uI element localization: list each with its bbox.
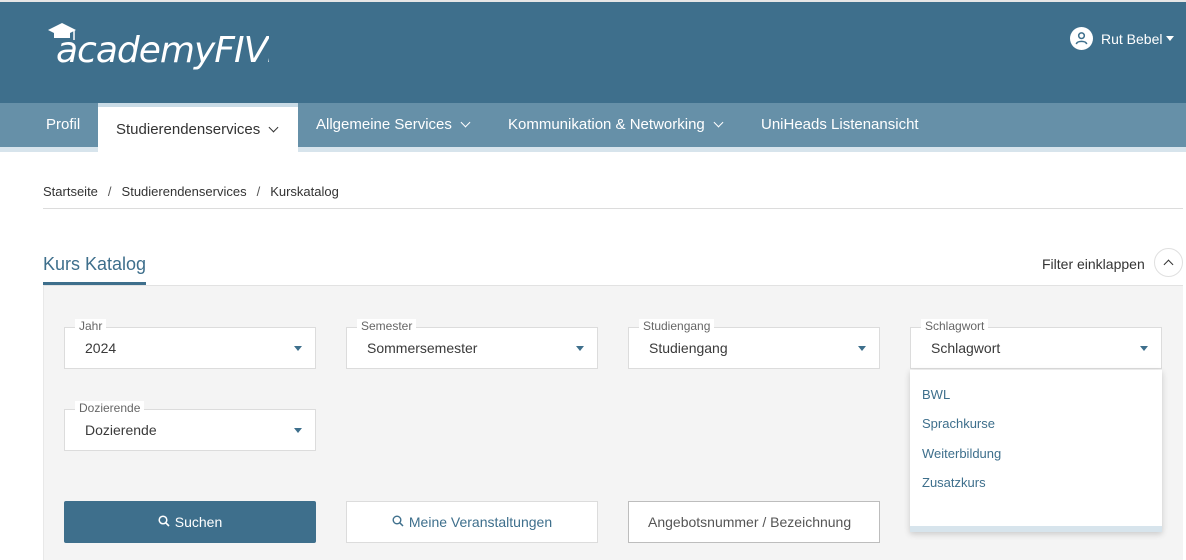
nav-item-allgemeine-services[interactable]: Allgemeine Services xyxy=(316,103,471,147)
offer-search-field[interactable] xyxy=(628,501,880,543)
dozierende-label: Dozierende xyxy=(75,401,145,415)
chevron-up-icon xyxy=(1163,259,1174,270)
breadcrumb: Startseite / Studierendenservices / Kurskata… xyxy=(43,184,339,199)
nav-item-label: Allgemeine Services xyxy=(316,116,452,133)
studiengang-label: Studiengang xyxy=(639,319,715,333)
nav-item-label: UniHeads Listenansicht xyxy=(761,116,919,133)
caret-down-icon xyxy=(1166,36,1175,41)
studiengang-select[interactable]: Studiengang Studiengang xyxy=(628,319,880,369)
nav-item-kommunikation[interactable]: Kommunikation & Networking xyxy=(508,103,724,147)
caret-down-icon xyxy=(576,346,584,351)
dropdown-option-weiterbildung[interactable]: Weiterbildung xyxy=(922,446,1001,461)
schlagwort-dropdown: BWL Sprachkurse Weiterbildung Zusatzkurs xyxy=(910,370,1162,532)
nav-item-label: Studierendenservices xyxy=(116,120,261,138)
search-icon xyxy=(158,514,170,530)
page-title[interactable]: Kurs Katalog xyxy=(43,254,146,275)
nav-item-label: Kommunikation & Networking xyxy=(508,116,705,133)
breadcrumb-home[interactable]: Startseite xyxy=(43,184,98,199)
breadcrumb-separator: / xyxy=(107,184,112,199)
chevron-down-icon xyxy=(268,122,279,132)
dozierende-value: Dozierende xyxy=(85,422,157,438)
my-courses-button-label: Meine Veranstaltungen xyxy=(408,514,553,530)
chevron-down-icon xyxy=(460,117,471,128)
jahr-label: Jahr xyxy=(75,319,107,333)
user-menu[interactable]: Rut Bebel xyxy=(1070,27,1175,50)
breadcrumb-separator: / xyxy=(256,184,261,199)
caret-down-icon xyxy=(294,346,302,351)
nav-item-studierendenservices[interactable]: Studierendenservices xyxy=(98,103,298,152)
nav-item-label: Profil xyxy=(46,116,81,133)
nav-item-uniheads[interactable]: UniHeads Listenansicht xyxy=(761,103,919,147)
user-name: Rut Bebel xyxy=(1101,30,1163,47)
schlagwort-select[interactable]: Schlagwort Schlagwort xyxy=(910,319,1162,369)
jahr-value: 2024 xyxy=(85,340,117,356)
logo[interactable]: academyFIVE xyxy=(44,20,291,85)
nav-item-profil[interactable]: Profil xyxy=(46,103,80,147)
dropdown-option-sprachkurse[interactable]: Sprachkurse xyxy=(922,416,995,431)
app-header: academyFIVE Rut Bebel xyxy=(0,0,1186,103)
filter-collapse-button[interactable] xyxy=(1154,248,1183,277)
svg-text:academyFIVE: academyFIVE xyxy=(56,30,269,71)
caret-down-icon xyxy=(858,346,866,351)
semester-select[interactable]: Semester Sommersemester xyxy=(346,319,598,369)
chevron-down-icon xyxy=(713,117,724,128)
jahr-select[interactable]: Jahr 2024 xyxy=(64,319,316,369)
dozierende-select[interactable]: Dozierende Dozierende xyxy=(64,401,316,451)
studiengang-value: Studiengang xyxy=(649,340,728,356)
semester-label: Semester xyxy=(357,319,417,333)
caret-down-icon xyxy=(294,428,302,433)
dropdown-option-zusatzkurs[interactable]: Zusatzkurs xyxy=(922,475,986,490)
search-button[interactable]: Suchen xyxy=(64,501,316,543)
logo-graphic: academyFIVE xyxy=(48,23,291,71)
breadcrumb-studierendenservices[interactable]: Studierendenservices xyxy=(122,184,247,199)
user-avatar-icon xyxy=(1070,27,1093,50)
breadcrumb-current: Kurskatalog xyxy=(270,184,339,199)
schlagwort-label: Schlagwort xyxy=(921,319,989,333)
offer-search-input[interactable] xyxy=(629,502,879,542)
semester-value: Sommersemester xyxy=(367,340,478,356)
my-courses-button[interactable]: Meine Veranstaltungen xyxy=(346,501,598,543)
breadcrumb-divider xyxy=(43,208,1183,209)
dropdown-option-bwl[interactable]: BWL xyxy=(922,387,950,402)
caret-down-icon xyxy=(1140,346,1148,351)
search-icon xyxy=(392,514,404,530)
search-button-label: Suchen xyxy=(174,514,223,530)
schlagwort-value: Schlagwort xyxy=(931,340,1001,356)
filter-toggle-label[interactable]: Filter einklappen xyxy=(1042,256,1145,272)
